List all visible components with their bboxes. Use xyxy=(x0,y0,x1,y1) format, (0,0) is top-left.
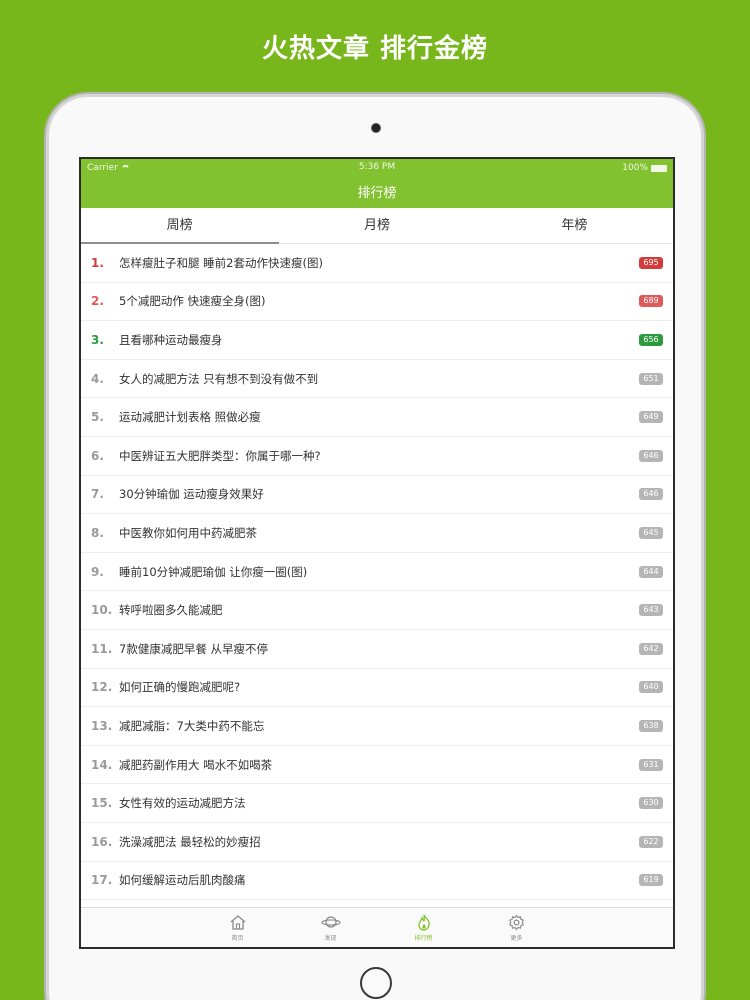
count-badge: 644 xyxy=(639,565,663,578)
article-title: 运动减肥计划表格 照做必瘦 xyxy=(119,410,261,425)
tabbar-label: 更多 xyxy=(510,935,523,942)
article-title: 7款健康减肥早餐 从早瘦不停 xyxy=(119,641,268,656)
rank-number: 7. xyxy=(91,487,104,502)
tablet-frame: Carrier 5:36 PM 100% 排行榜 周榜 月榜 年榜 1. 怎样瘦… xyxy=(46,94,704,1000)
promo-headline: 火热文章 排行金榜 xyxy=(261,34,489,64)
tab-weekly[interactable]: 周榜 xyxy=(81,208,278,243)
rank-number: 10. xyxy=(91,603,113,618)
rank-number: 17. xyxy=(91,873,113,888)
tabbar-label: 排行榜 xyxy=(414,935,433,942)
navigation-bar: Carrier 5:36 PM 100% 排行榜 xyxy=(81,159,673,208)
rank-number: 4. xyxy=(91,371,104,386)
planet-icon xyxy=(320,913,341,931)
status-time: 5:36 PM xyxy=(358,162,396,172)
list-item[interactable]: 7. 30分钟瑜伽 运动瘦身效果好 646 xyxy=(81,476,673,515)
count-badge: 622 xyxy=(639,835,663,848)
count-badge: 630 xyxy=(639,797,663,810)
rank-number: 16. xyxy=(91,834,113,849)
article-title: 中医教你如何用中药减肥茶 xyxy=(119,525,257,540)
app-screen: Carrier 5:36 PM 100% 排行榜 周榜 月榜 年榜 1. 怎样瘦… xyxy=(79,157,675,949)
article-title: 30分钟瑜伽 运动瘦身效果好 xyxy=(119,487,264,502)
article-title: 女性有效的运动减肥方法 xyxy=(119,796,246,811)
rank-number: 8. xyxy=(91,525,104,540)
tab-indicator xyxy=(81,242,279,244)
ranking-tabs: 周榜 月榜 年榜 xyxy=(81,208,673,244)
count-badge: 638 xyxy=(639,719,663,732)
home-button[interactable] xyxy=(360,967,392,999)
count-badge: 642 xyxy=(639,642,663,655)
list-item[interactable]: 9. 睡前10分钟减肥瑜伽 让你瘦一圈(图) 644 xyxy=(81,553,673,592)
count-badge: 640 xyxy=(639,681,663,694)
tab-monthly[interactable]: 月榜 xyxy=(278,208,475,243)
count-badge: 631 xyxy=(639,758,663,771)
count-badge: 619 xyxy=(639,874,663,887)
article-title: 减肥减脂：7大类中药不能忘 xyxy=(119,718,265,733)
tabbar-more[interactable]: 更多 xyxy=(470,908,563,947)
count-badge: 656 xyxy=(639,333,663,346)
rank-number: 3. xyxy=(91,332,104,347)
rank-number: 15. xyxy=(91,796,113,811)
list-item[interactable]: 8. 中医教你如何用中药减肥茶 645 xyxy=(81,514,673,553)
bottom-tab-bar: 首页 发现 排行榜 更多 xyxy=(81,907,673,947)
article-title: 女人的减肥方法 只有想不到没有做不到 xyxy=(119,371,319,386)
list-item[interactable]: 10. 转呼啦圈多久能减肥 643 xyxy=(81,591,673,630)
rank-number: 1. xyxy=(91,255,104,270)
count-badge: 646 xyxy=(639,488,663,501)
count-badge: 689 xyxy=(639,295,663,308)
article-title: 如何缓解运动后肌肉酸痛 xyxy=(119,873,246,888)
count-badge: 649 xyxy=(639,411,663,424)
article-title: 如何正确的慢跑减肥呢? xyxy=(119,680,241,695)
list-item[interactable]: 4. 女人的减肥方法 只有想不到没有做不到 651 xyxy=(81,360,673,399)
gear-icon xyxy=(507,913,527,931)
list-item[interactable]: 15. 女性有效的运动减肥方法 630 xyxy=(81,784,673,823)
rank-number: 11. xyxy=(91,641,113,656)
rank-number: 14. xyxy=(91,757,113,772)
count-badge: 643 xyxy=(639,604,663,617)
home-icon xyxy=(228,913,248,931)
article-title: 转呼啦圈多久能减肥 xyxy=(119,603,223,618)
list-item[interactable]: 13. 减肥减脂：7大类中药不能忘 638 xyxy=(81,707,673,746)
battery-icon xyxy=(651,164,667,172)
article-title: 5个减肥动作 快速瘦全身(图) xyxy=(119,294,266,309)
rank-number: 2. xyxy=(91,294,104,309)
page-title: 排行榜 xyxy=(357,186,397,201)
count-badge: 651 xyxy=(639,372,663,385)
tabbar-label: 发现 xyxy=(324,935,337,942)
rank-number: 6. xyxy=(91,448,104,463)
list-item[interactable]: 2. 5个减肥动作 快速瘦全身(图) 689 xyxy=(81,283,673,322)
rank-number: 9. xyxy=(91,564,104,579)
status-bar: Carrier 5:36 PM 100% xyxy=(81,159,673,177)
flame-icon xyxy=(414,913,434,931)
tabbar-home[interactable]: 首页 xyxy=(191,908,284,947)
article-title: 睡前10分钟减肥瑜伽 让你瘦一圈(图) xyxy=(119,564,308,579)
rank-number: 13. xyxy=(91,718,113,733)
list-item[interactable]: 17. 如何缓解运动后肌肉酸痛 619 xyxy=(81,862,673,901)
tabbar-label: 首页 xyxy=(231,935,244,942)
rank-number: 5. xyxy=(91,410,104,425)
article-list: 1. 怎样瘦肚子和腿 睡前2套动作快速瘦(图) 695 2. 5个减肥动作 快速… xyxy=(81,244,673,907)
list-item[interactable]: 11. 7款健康减肥早餐 从早瘦不停 642 xyxy=(81,630,673,669)
tabbar-discover[interactable]: 发现 xyxy=(284,908,377,947)
camera-dot xyxy=(371,123,381,133)
count-badge: 646 xyxy=(639,449,663,462)
list-item[interactable]: 16. 洗澡减肥法 最轻松的妙瘦招 622 xyxy=(81,823,673,862)
list-item[interactable]: 14. 减肥药副作用大 喝水不如喝茶 631 xyxy=(81,746,673,785)
list-item[interactable]: 3. 且看哪种运动最瘦身 656 xyxy=(81,321,673,360)
article-title: 怎样瘦肚子和腿 睡前2套动作快速瘦(图) xyxy=(119,255,323,270)
article-title: 减肥药副作用大 喝水不如喝茶 xyxy=(119,757,273,772)
list-item[interactable]: 5. 运动减肥计划表格 照做必瘦 649 xyxy=(81,398,673,437)
list-item[interactable]: 1. 怎样瘦肚子和腿 睡前2套动作快速瘦(图) 695 xyxy=(81,244,673,283)
list-item[interactable]: 12. 如何正确的慢跑减肥呢? 640 xyxy=(81,669,673,708)
rank-number: 12. xyxy=(91,680,113,695)
tab-yearly[interactable]: 年榜 xyxy=(476,208,673,243)
count-badge: 645 xyxy=(639,526,663,539)
article-title: 洗澡减肥法 最轻松的妙瘦招 xyxy=(119,834,261,849)
list-item[interactable]: 6. 中医辨证五大肥胖类型：你属于哪一种? 646 xyxy=(81,437,673,476)
article-title: 且看哪种运动最瘦身 xyxy=(119,332,223,347)
article-title: 中医辨证五大肥胖类型：你属于哪一种? xyxy=(119,448,321,463)
count-badge: 695 xyxy=(639,256,663,269)
tabbar-ranking[interactable]: 排行榜 xyxy=(377,908,470,947)
